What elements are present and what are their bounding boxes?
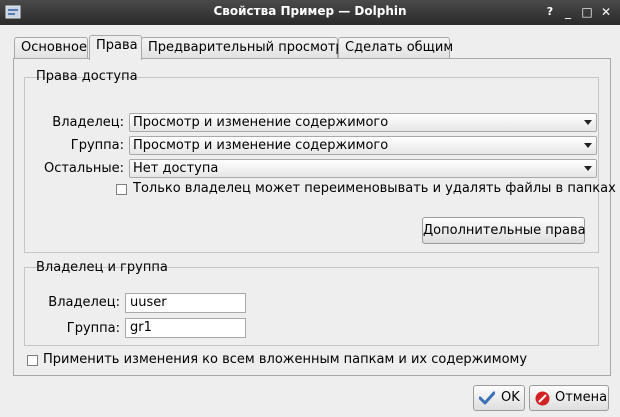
tab-preview-label: Предварительный просмотр	[148, 40, 344, 55]
only-owner-checkbox[interactable]	[116, 184, 127, 195]
group-name-field[interactable]: gr1	[125, 318, 246, 338]
tab-preview[interactable]: Предварительный просмотр	[141, 37, 344, 58]
chevron-down-icon	[584, 166, 592, 171]
help-button[interactable]: ?	[541, 3, 559, 21]
tab-permissions[interactable]: Права	[89, 35, 142, 60]
close-button[interactable]: ✕	[597, 3, 615, 21]
others-access-value: Нет доступа	[133, 161, 219, 176]
chevron-down-icon	[584, 120, 592, 125]
apply-recursive-label: Применить изменения ко всем вложенным па…	[43, 352, 528, 367]
group-access-select[interactable]: Просмотр и изменение содержимого	[129, 136, 597, 155]
maximize-button[interactable]: □	[578, 3, 596, 21]
ok-label: OK	[501, 390, 520, 405]
window-title: Свойства Пример — Dolphin	[213, 4, 407, 18]
permissions-panel: Права доступа Владелец: Просмотр и измен…	[13, 58, 616, 376]
owner-access-value: Просмотр и изменение содержимого	[133, 115, 389, 130]
group-access-value: Просмотр и изменение содержимого	[133, 138, 389, 153]
cancel-icon	[535, 391, 550, 406]
ownership-title: Владелец и группа	[36, 260, 168, 275]
owner-access-select[interactable]: Просмотр и изменение содержимого	[129, 113, 597, 132]
tab-permissions-label: Права	[96, 38, 138, 53]
others-access-select[interactable]: Нет доступа	[129, 159, 597, 178]
advanced-permissions-button[interactable]: Дополнительные права	[422, 217, 586, 244]
tab-share-label: Сделать общим	[345, 40, 454, 55]
chevron-down-icon	[584, 143, 592, 148]
apply-recursive-checkbox[interactable]	[27, 355, 38, 366]
ok-button[interactable]: OK	[473, 385, 525, 411]
checkmark-icon	[479, 391, 495, 405]
group-access-label: Группа:	[70, 138, 124, 153]
others-access-label: Остальные:	[43, 161, 124, 176]
cancel-label: Отмена	[555, 390, 608, 405]
tab-general-label: Основное	[21, 40, 87, 55]
owner-name-field[interactable]: uuser	[125, 293, 246, 313]
tab-general[interactable]: Основное	[14, 37, 88, 58]
cancel-button[interactable]: Отмена	[529, 385, 609, 411]
minimize-button[interactable]: _	[559, 3, 577, 21]
advanced-permissions-label: Дополнительные права	[423, 223, 586, 238]
owner-name-label: Владелец:	[48, 295, 120, 310]
tab-share[interactable]: Сделать общим	[338, 37, 454, 58]
properties-dialog: Свойства Пример — Dolphin ? _ □ ✕ Основн…	[0, 0, 620, 417]
group-name-value: gr1	[130, 320, 152, 335]
group-name-label: Группа:	[66, 321, 120, 336]
title-bar[interactable]: Свойства Пример — Dolphin ? _ □ ✕	[0, 0, 620, 25]
only-owner-label: Только владелец может переименовывать и …	[133, 181, 616, 196]
owner-access-label: Владелец:	[52, 115, 124, 130]
access-rights-title: Права доступа	[36, 69, 138, 84]
owner-name-value: uuser	[130, 295, 167, 310]
